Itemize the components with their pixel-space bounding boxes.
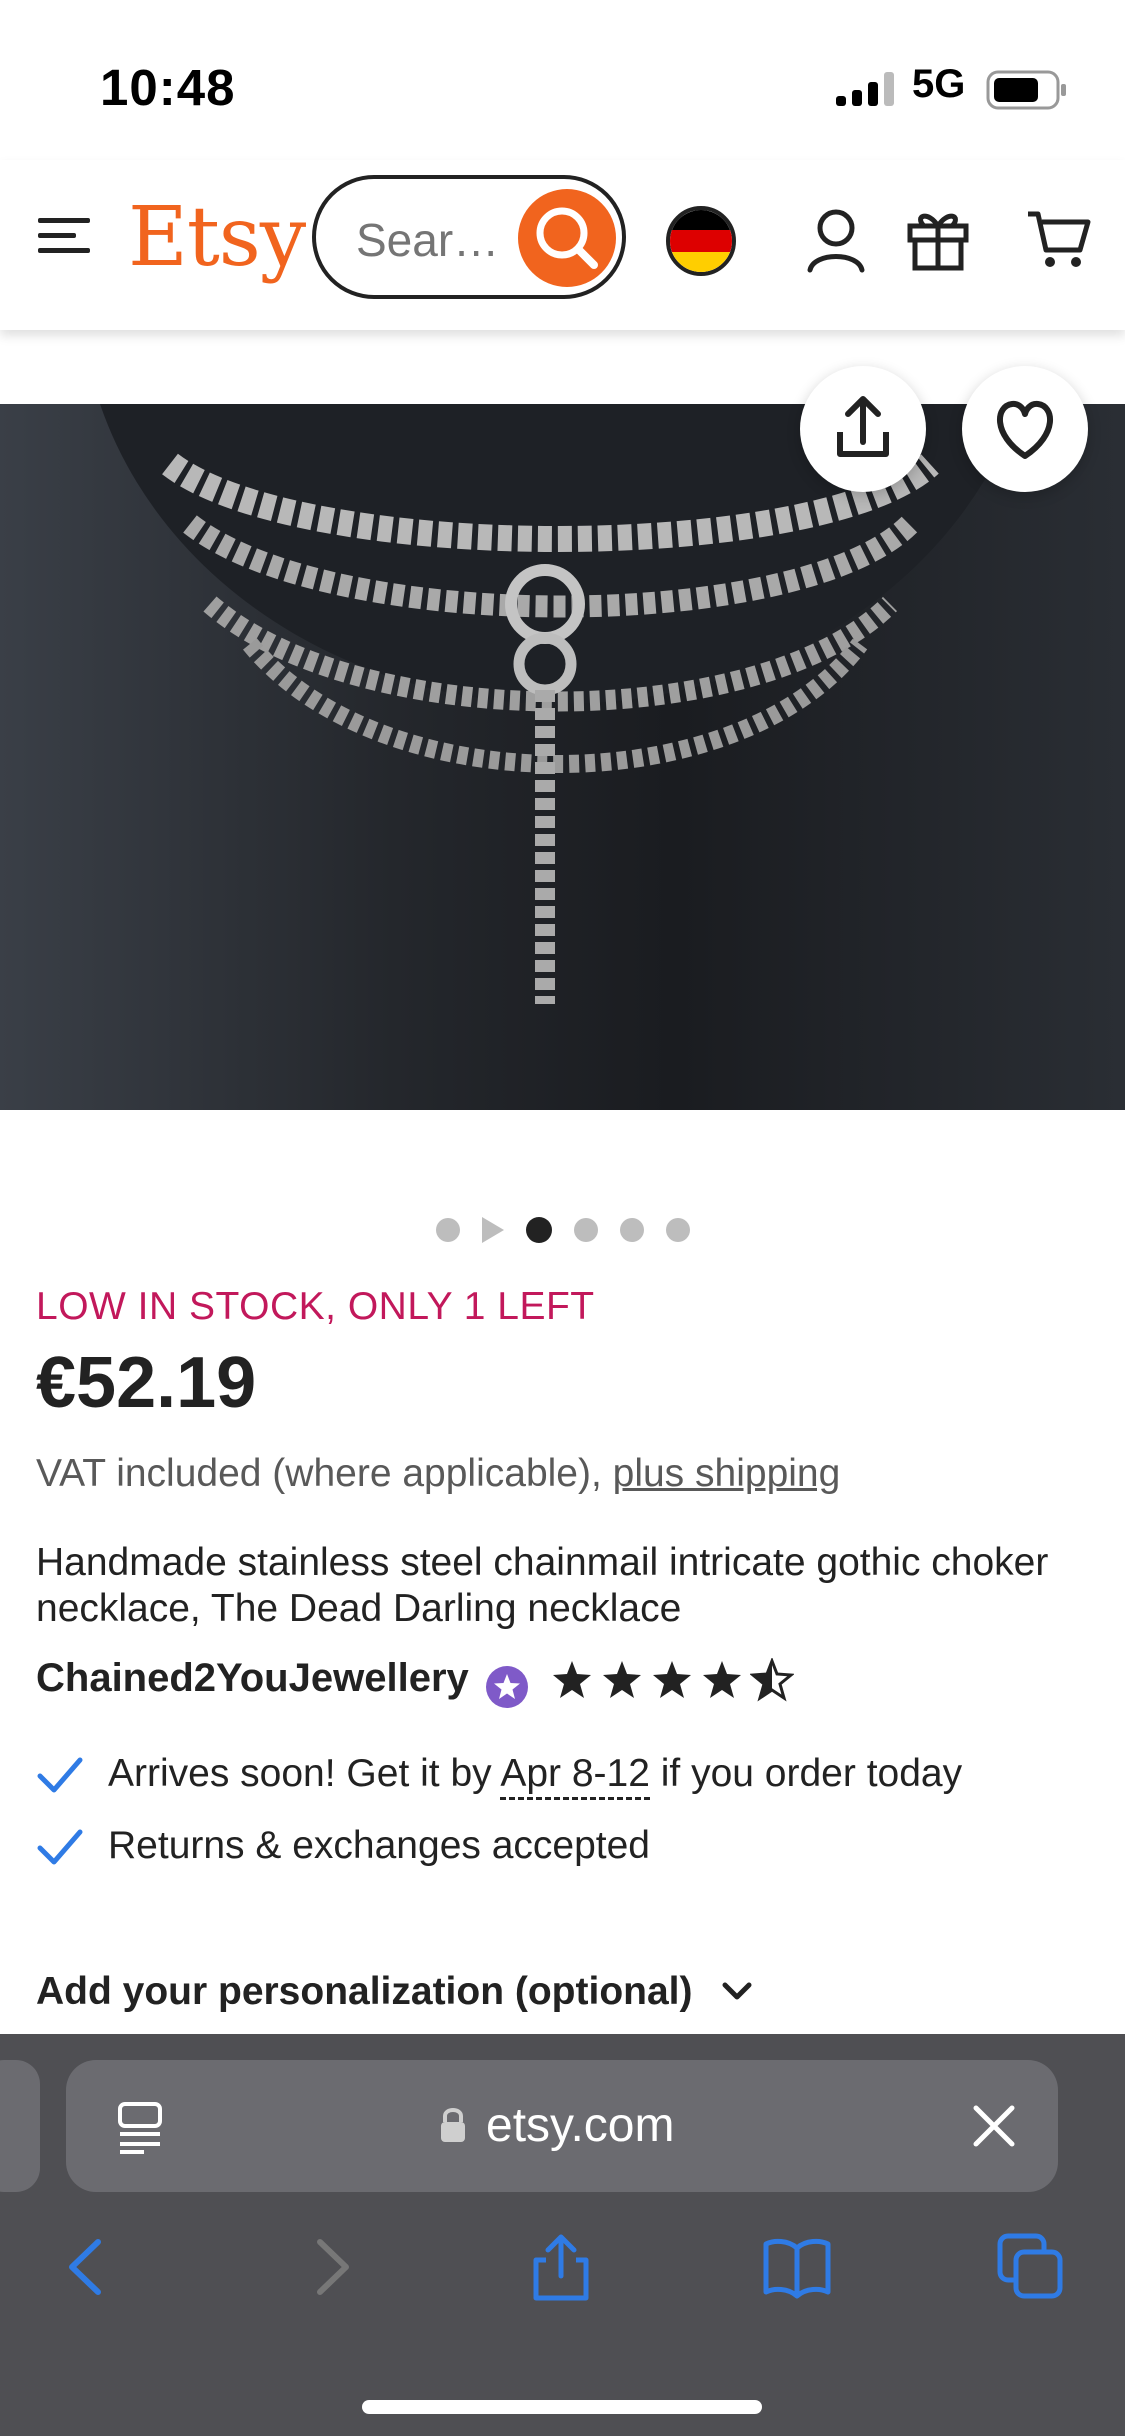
battery-icon xyxy=(986,70,1066,110)
personalization-toggle[interactable]: Add your personalization (optional) xyxy=(36,1970,753,2014)
signal-icon xyxy=(836,72,894,106)
star-icon xyxy=(553,1661,591,1698)
half-star-icon xyxy=(750,1658,794,1702)
back-icon[interactable] xyxy=(52,2232,122,2302)
address-bar[interactable]: etsy.com xyxy=(66,2060,1058,2192)
shop-name-link[interactable]: Chained2YouJewellery xyxy=(36,1656,469,1701)
close-icon[interactable] xyxy=(972,2104,1016,2148)
star-seller-badge-icon xyxy=(486,1666,528,1708)
arrival-date[interactable]: Apr 8-12 xyxy=(500,1752,650,1800)
carousel-dot[interactable] xyxy=(435,1218,460,1242)
gift-icon[interactable] xyxy=(906,206,970,272)
star-icon xyxy=(653,1661,691,1698)
carousel-dot-active[interactable] xyxy=(525,1217,552,1243)
search-input[interactable]: Sear… xyxy=(312,175,626,299)
network-type: 5G xyxy=(912,62,966,106)
product-image[interactable] xyxy=(0,404,1125,1110)
reader-icon[interactable] xyxy=(116,2100,164,2154)
search-button[interactable] xyxy=(518,189,616,287)
flag-icon[interactable] xyxy=(666,206,736,276)
share-sheet-icon[interactable] xyxy=(526,2232,596,2302)
rating-stars[interactable] xyxy=(550,1658,794,1702)
search-placeholder: Sear… xyxy=(356,214,500,266)
home-indicator xyxy=(362,2400,762,2414)
necklace-illustration xyxy=(100,404,1020,1004)
chevron-down-icon xyxy=(722,1982,751,2000)
cart-icon[interactable] xyxy=(1026,208,1092,272)
personalization-label: Add your personalization (optional) xyxy=(36,1970,693,2013)
url-text: etsy.com xyxy=(486,2099,675,2152)
status-time: 10:48 xyxy=(100,59,236,116)
search-icon xyxy=(536,207,598,269)
user-icon[interactable] xyxy=(806,206,866,274)
bookmarks-icon[interactable] xyxy=(762,2232,832,2302)
arrival-prefix: Arrives soon! Get it by xyxy=(108,1752,501,1795)
price: €52.19 xyxy=(36,1343,257,1423)
check-icon xyxy=(37,1829,83,1865)
stock-notice: LOW IN STOCK, ONLY 1 LEFT xyxy=(36,1285,595,1328)
carousel-dot[interactable] xyxy=(665,1218,690,1242)
carousel-dot[interactable] xyxy=(619,1218,644,1242)
menu-icon[interactable] xyxy=(36,214,94,258)
lock-icon xyxy=(441,2108,465,2142)
heart-icon xyxy=(997,400,1053,459)
returns-text: Returns & exchanges accepted xyxy=(108,1824,651,1867)
forward-icon[interactable] xyxy=(296,2232,366,2302)
vat-note: VAT included (where applicable), plus sh… xyxy=(36,1452,840,1496)
share-button[interactable] xyxy=(800,366,926,492)
carousel-dot[interactable] xyxy=(573,1218,598,1242)
share-icon xyxy=(837,396,889,457)
returns-info: Returns & exchanges accepted xyxy=(36,1824,650,1868)
arrival-suffix: if you order today xyxy=(649,1752,963,1795)
carousel-dots[interactable] xyxy=(0,1210,1125,1250)
arrival-info: Arrives soon! Get it by Apr 8-12 if you … xyxy=(36,1752,963,1800)
listing-title: Handmade stainless steel chainmail intri… xyxy=(36,1541,1049,1630)
star-icon xyxy=(603,1661,641,1698)
etsy-logo[interactable]: Etsy xyxy=(128,190,306,285)
shipping-link[interactable]: plus shipping xyxy=(613,1452,841,1495)
carousel-video-icon[interactable] xyxy=(481,1217,504,1243)
tabs-icon[interactable] xyxy=(996,2232,1066,2302)
check-icon xyxy=(37,1757,83,1793)
previous-tab-preview[interactable] xyxy=(0,2060,40,2192)
vat-text: VAT included (where applicable), xyxy=(36,1452,613,1495)
favorite-button[interactable] xyxy=(962,366,1088,492)
star-icon xyxy=(703,1661,741,1698)
